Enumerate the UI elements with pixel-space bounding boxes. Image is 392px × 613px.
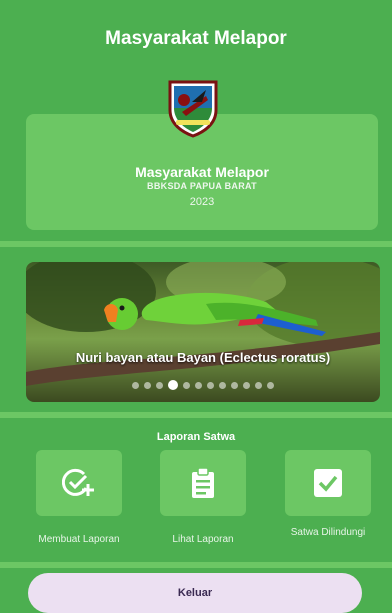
view-reports-label: Lihat Laporan (172, 534, 234, 545)
section-title: Laporan Satwa (156, 431, 236, 443)
create-report-label: Membuat Laporan (38, 534, 120, 545)
carousel-dot[interactable] (219, 382, 226, 389)
check-box-icon (314, 469, 342, 497)
hero-title: Masyarakat Melapor (135, 164, 269, 180)
logout-button[interactable]: Keluar (28, 573, 362, 613)
clipboard-icon (192, 467, 214, 498)
carousel-dot[interactable] (168, 380, 178, 390)
carousel-dot[interactable] (231, 382, 238, 389)
carousel-indicator[interactable] (26, 380, 380, 390)
protected-wildlife-button[interactable] (285, 450, 371, 516)
carousel-dot[interactable] (132, 382, 139, 389)
carousel-dot[interactable] (267, 382, 274, 389)
app-title: Masyarakat Melapor (105, 28, 287, 49)
hero-year: 2023 (189, 196, 215, 208)
carousel-dot[interactable] (183, 382, 190, 389)
check-plus-icon (62, 468, 94, 496)
section-divider (0, 241, 392, 247)
section-divider (0, 562, 392, 568)
create-report-button[interactable] (36, 450, 122, 516)
section-divider (0, 412, 392, 418)
protected-wildlife-label: Satwa Dilindungi (290, 527, 366, 538)
bbksda-emblem-logo (168, 80, 218, 138)
carousel-dot[interactable] (207, 382, 214, 389)
carousel-dot[interactable] (243, 382, 250, 389)
carousel-caption: Nuri bayan atau Bayan (Eclectus roratus) (75, 350, 331, 365)
view-reports-button[interactable] (160, 450, 246, 516)
carousel-dot[interactable] (195, 382, 202, 389)
carousel-dot[interactable] (144, 382, 151, 389)
carousel-dot[interactable] (156, 382, 163, 389)
hero-subtitle: BBKSDA PAPUA BARAT (147, 181, 257, 191)
carousel-dot[interactable] (255, 382, 262, 389)
